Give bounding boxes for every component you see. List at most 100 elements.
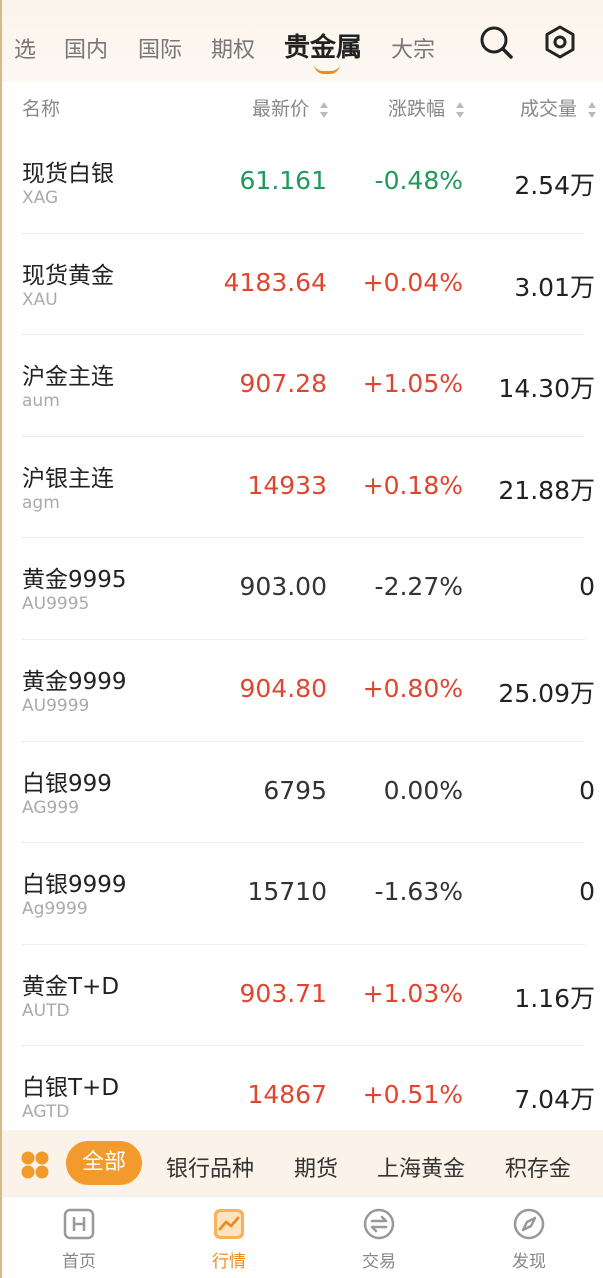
- nav-trade[interactable]: 交易: [329, 1207, 429, 1272]
- compass-icon: [513, 1208, 545, 1240]
- instrument-code: XAU: [22, 289, 58, 310]
- instrument-name: 现货白银: [22, 161, 114, 187]
- volume: 1.16万: [514, 983, 595, 1013]
- instrument-code: aum: [22, 391, 60, 412]
- quote-row[interactable]: 白银999 AG999 6795 0.00% 0: [2, 742, 603, 844]
- instrument-name: 黄金T+D: [22, 973, 120, 1000]
- column-volume-label: 成交量: [519, 98, 577, 120]
- volume: 3.01万: [514, 272, 595, 302]
- instrument-name: 沪银主连: [22, 465, 114, 492]
- nav-trade-label: 交易: [362, 1252, 396, 1272]
- instrument-name: 白银T+D: [22, 1075, 120, 1102]
- instrument-code: AGTD: [22, 1102, 70, 1123]
- instrument-code: Ag9999: [22, 899, 88, 920]
- top-tab-bar: 选 国内 国际 期权 贵金属 大宗: [2, 0, 603, 82]
- nav-home[interactable]: 首页: [29, 1207, 129, 1272]
- latest-price: 61.161: [239, 166, 327, 195]
- column-name-header: 名称: [22, 98, 61, 120]
- settings-icon[interactable]: [542, 24, 578, 60]
- column-price-label: 最新价: [251, 98, 309, 120]
- column-volume-header[interactable]: 成交量: [520, 94, 597, 121]
- bottom-navigation: 首页 行情 交易 发现: [2, 1196, 603, 1278]
- volume: 21.88万: [498, 475, 595, 505]
- sort-icon: [588, 101, 596, 118]
- tab-domestic[interactable]: 国内: [64, 32, 108, 64]
- nav-market[interactable]: 行情: [179, 1207, 279, 1272]
- change-percent: -1.63%: [374, 877, 463, 907]
- tab-options[interactable]: 期权: [211, 32, 255, 64]
- quote-row[interactable]: 黄金T+D AUTD 903.71 +1.03% 1.16万: [2, 945, 603, 1047]
- category-shanghai-gold[interactable]: 上海黄金: [377, 1151, 465, 1183]
- latest-price: 6795: [263, 775, 327, 805]
- volume: 2.54万: [514, 171, 595, 200]
- instrument-code: AU9995: [22, 594, 90, 615]
- quote-row[interactable]: 现货黄金 XAU 4183.64 +0.04% 3.01万: [2, 234, 603, 336]
- sort-icon: [456, 101, 464, 118]
- latest-price: 903.00: [239, 572, 327, 602]
- change-percent: +0.51%: [362, 1080, 463, 1110]
- instrument-name: 现货黄金: [22, 262, 114, 289]
- volume: 0: [579, 572, 595, 602]
- latest-price: 903.71: [239, 978, 327, 1008]
- change-percent: +0.80%: [362, 673, 463, 703]
- change-percent: +0.04%: [362, 267, 463, 297]
- latest-price: 14867: [247, 1080, 327, 1110]
- quote-row[interactable]: 黄金9995 AU9995 903.00 -2.27% 0: [2, 538, 603, 640]
- category-gold-accumulation[interactable]: 积存金: [505, 1151, 571, 1183]
- volume: 0: [579, 775, 595, 805]
- category-bank-products[interactable]: 银行品种: [166, 1151, 254, 1183]
- change-percent: 0.00%: [383, 775, 463, 805]
- instrument-code: AU9999: [22, 695, 90, 716]
- quote-row[interactable]: 黄金9999 AU9999 904.80 +0.80% 25.09万: [2, 640, 603, 742]
- column-price-header[interactable]: 最新价: [252, 94, 329, 121]
- change-percent: +0.18%: [362, 470, 463, 500]
- quote-row[interactable]: 沪银主连 agm 14933 +0.18% 21.88万: [2, 437, 603, 539]
- tab-watchlist[interactable]: 选: [14, 32, 36, 64]
- quote-row[interactable]: 沪金主连 aum 907.28 +1.05% 14.30万: [2, 335, 603, 437]
- category-futures[interactable]: 期货: [294, 1151, 338, 1183]
- category-filter-bar: 全部 银行品种 期货 上海黄金 积存金: [2, 1130, 603, 1196]
- volume: 0: [579, 877, 595, 907]
- instrument-name: 黄金9995: [22, 567, 127, 594]
- latest-price: 907.28: [239, 369, 327, 399]
- instrument-name: 白银999: [22, 770, 112, 797]
- exchange-icon: [363, 1208, 395, 1240]
- tab-international[interactable]: 国际: [138, 32, 182, 64]
- column-change-header[interactable]: 涨跌幅: [388, 94, 465, 121]
- sort-icon: [320, 101, 328, 118]
- tab-precious-metals[interactable]: 贵金属: [284, 27, 362, 64]
- category-all[interactable]: 全部: [66, 1141, 143, 1185]
- column-change-label: 涨跌幅: [387, 98, 445, 120]
- home-h-icon: [63, 1208, 95, 1240]
- tab-commodities[interactable]: 大宗: [391, 32, 435, 64]
- nav-discover[interactable]: 发现: [479, 1207, 579, 1272]
- latest-price: 904.80: [239, 673, 327, 703]
- chart-line-icon: [214, 1209, 244, 1239]
- column-header: 名称 最新价 涨跌幅 成交量: [2, 82, 603, 132]
- nav-market-label: 行情: [212, 1252, 246, 1272]
- volume: 14.30万: [498, 374, 595, 404]
- instrument-code: XAG: [22, 188, 59, 208]
- latest-price: 4183.64: [223, 267, 327, 297]
- instrument-name: 黄金9999: [22, 668, 127, 695]
- volume: 25.09万: [498, 678, 595, 708]
- instrument-name: 白银9999: [22, 872, 127, 899]
- nav-discover-label: 发现: [512, 1252, 546, 1272]
- volume: 7.04万: [514, 1085, 595, 1115]
- latest-price: 14933: [247, 470, 327, 500]
- instrument-code: AG999: [22, 797, 79, 818]
- latest-price: 15710: [247, 877, 327, 907]
- search-icon[interactable]: [478, 24, 514, 60]
- active-tab-indicator: [314, 64, 340, 74]
- instrument-code: agm: [22, 492, 60, 513]
- app-root: 选 国内 国际 期权 贵金属 大宗 名称 最新价 涨跌幅 成交量 现货白银 XA…: [0, 0, 603, 1278]
- instrument-name: 沪金主连: [22, 364, 114, 391]
- change-percent: -0.48%: [374, 166, 463, 195]
- nav-home-label: 首页: [62, 1252, 96, 1272]
- quote-list: 现货白银 XAG 61.161 -0.48% 2.54万 现货黄金 XAU 41…: [2, 132, 603, 1148]
- change-percent: +1.03%: [362, 978, 463, 1008]
- quote-row[interactable]: 白银9999 Ag9999 15710 -1.63% 0: [2, 843, 603, 945]
- grid-menu-icon[interactable]: [20, 1150, 50, 1180]
- instrument-code: AUTD: [22, 1000, 70, 1021]
- quote-row[interactable]: 现货白银 XAG 61.161 -0.48% 2.54万: [2, 132, 603, 234]
